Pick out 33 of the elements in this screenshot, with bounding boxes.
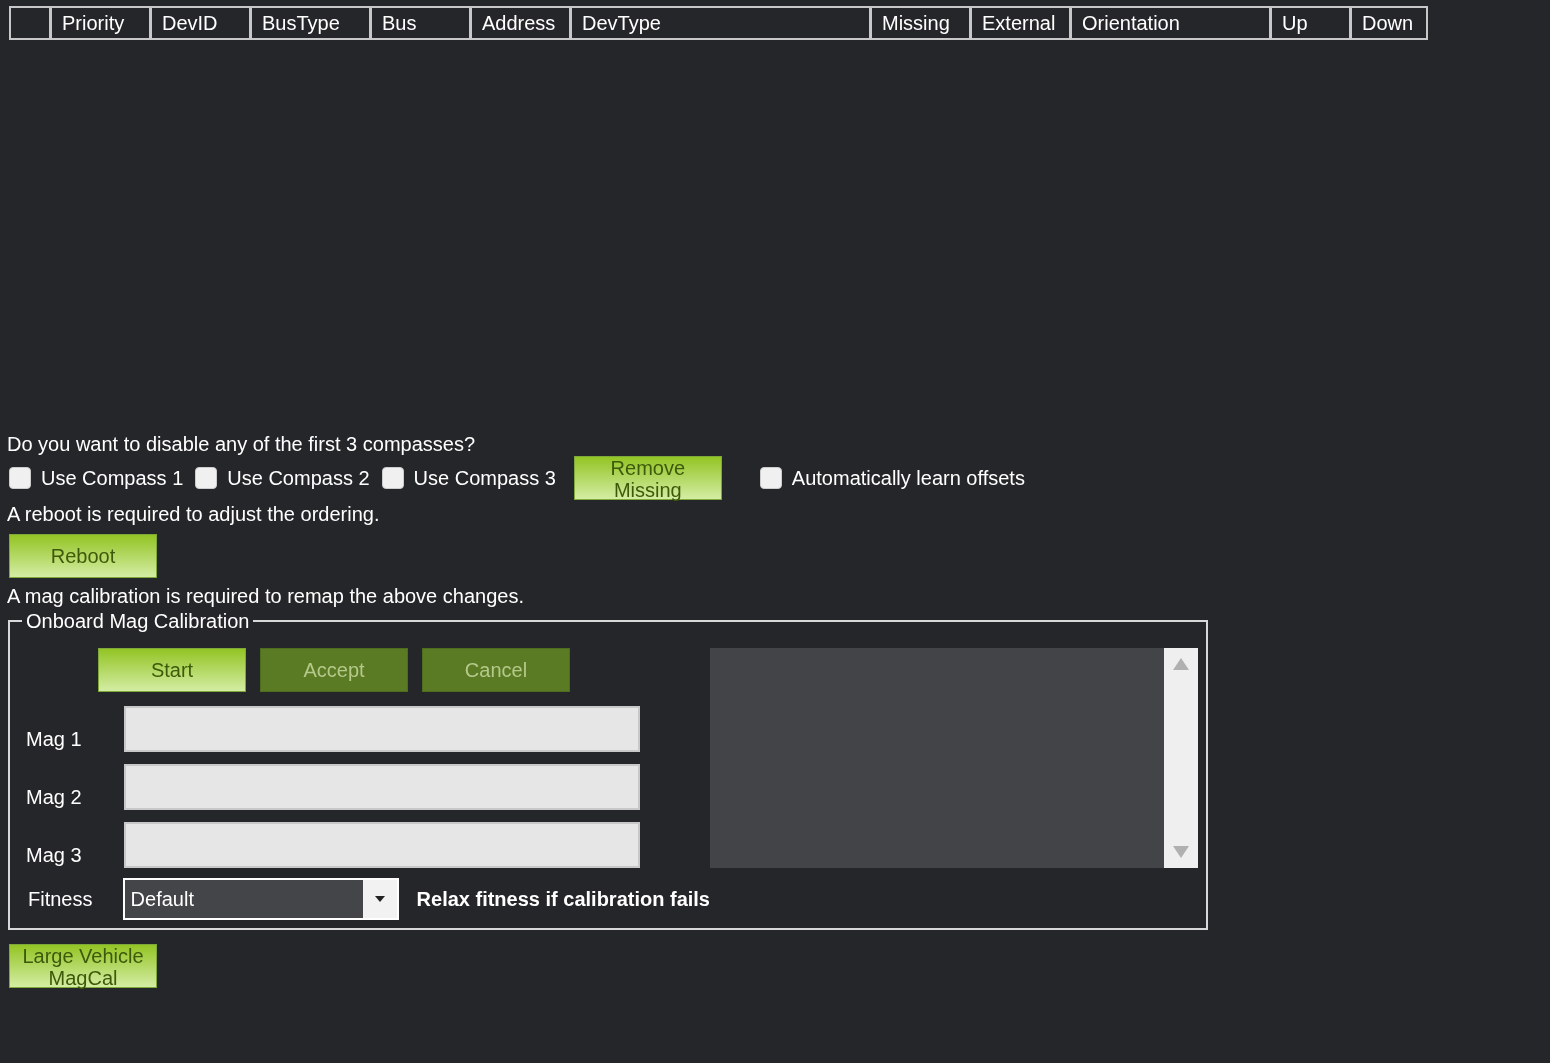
checkbox[interactable] (9, 467, 31, 489)
button[interactable]: Large Vehicle MagCal (9, 944, 157, 988)
column-header[interactable]: Down (1349, 8, 1426, 38)
note-text: A mag calibration is required to remap the above changes. (6, 584, 525, 609)
column-header[interactable]: Missing (869, 8, 969, 38)
note-text: A reboot is required to adjust the ordering. (6, 502, 381, 527)
column-header[interactable]: Up (1269, 8, 1349, 38)
column-header[interactable]: DevType (569, 8, 869, 38)
field-label: Mag 3 (26, 843, 83, 868)
column-header[interactable]: Priority (49, 8, 149, 38)
button[interactable]: Reboot (9, 534, 157, 578)
button[interactable]: Start (98, 648, 246, 692)
column-header[interactable]: BusType (249, 8, 369, 38)
checkbox-label: Use Compass 2 (227, 466, 370, 491)
note-text: Relax fitness if calibration fails (416, 887, 710, 912)
checkbox-label: Use Compass 1 (41, 466, 184, 491)
checkbox[interactable] (195, 467, 218, 489)
checkbox[interactable] (759, 467, 782, 489)
column-header[interactable]: Bus (369, 8, 469, 38)
column-header[interactable]: DevID (149, 8, 249, 38)
field-label: Mag 2 (26, 785, 83, 810)
column-header[interactable]: Address (469, 8, 569, 38)
caret-icon (374, 896, 385, 902)
column-header[interactable]: Orientation (1069, 8, 1269, 38)
checkbox-label: Automatically learn offsets (791, 466, 1025, 491)
button[interactable]: Remove Missing (573, 456, 722, 500)
checkbox-label: Use Compass 3 (413, 466, 556, 491)
checkbox[interactable] (381, 467, 404, 489)
field-label: Fitness (27, 887, 94, 912)
column-header[interactable]: External (969, 8, 1069, 38)
field-label: Mag 1 (26, 727, 83, 752)
dropdown[interactable]: Default (122, 878, 399, 920)
prompt-text: Do you want to disable any of the first 3 compasses? (6, 432, 477, 457)
